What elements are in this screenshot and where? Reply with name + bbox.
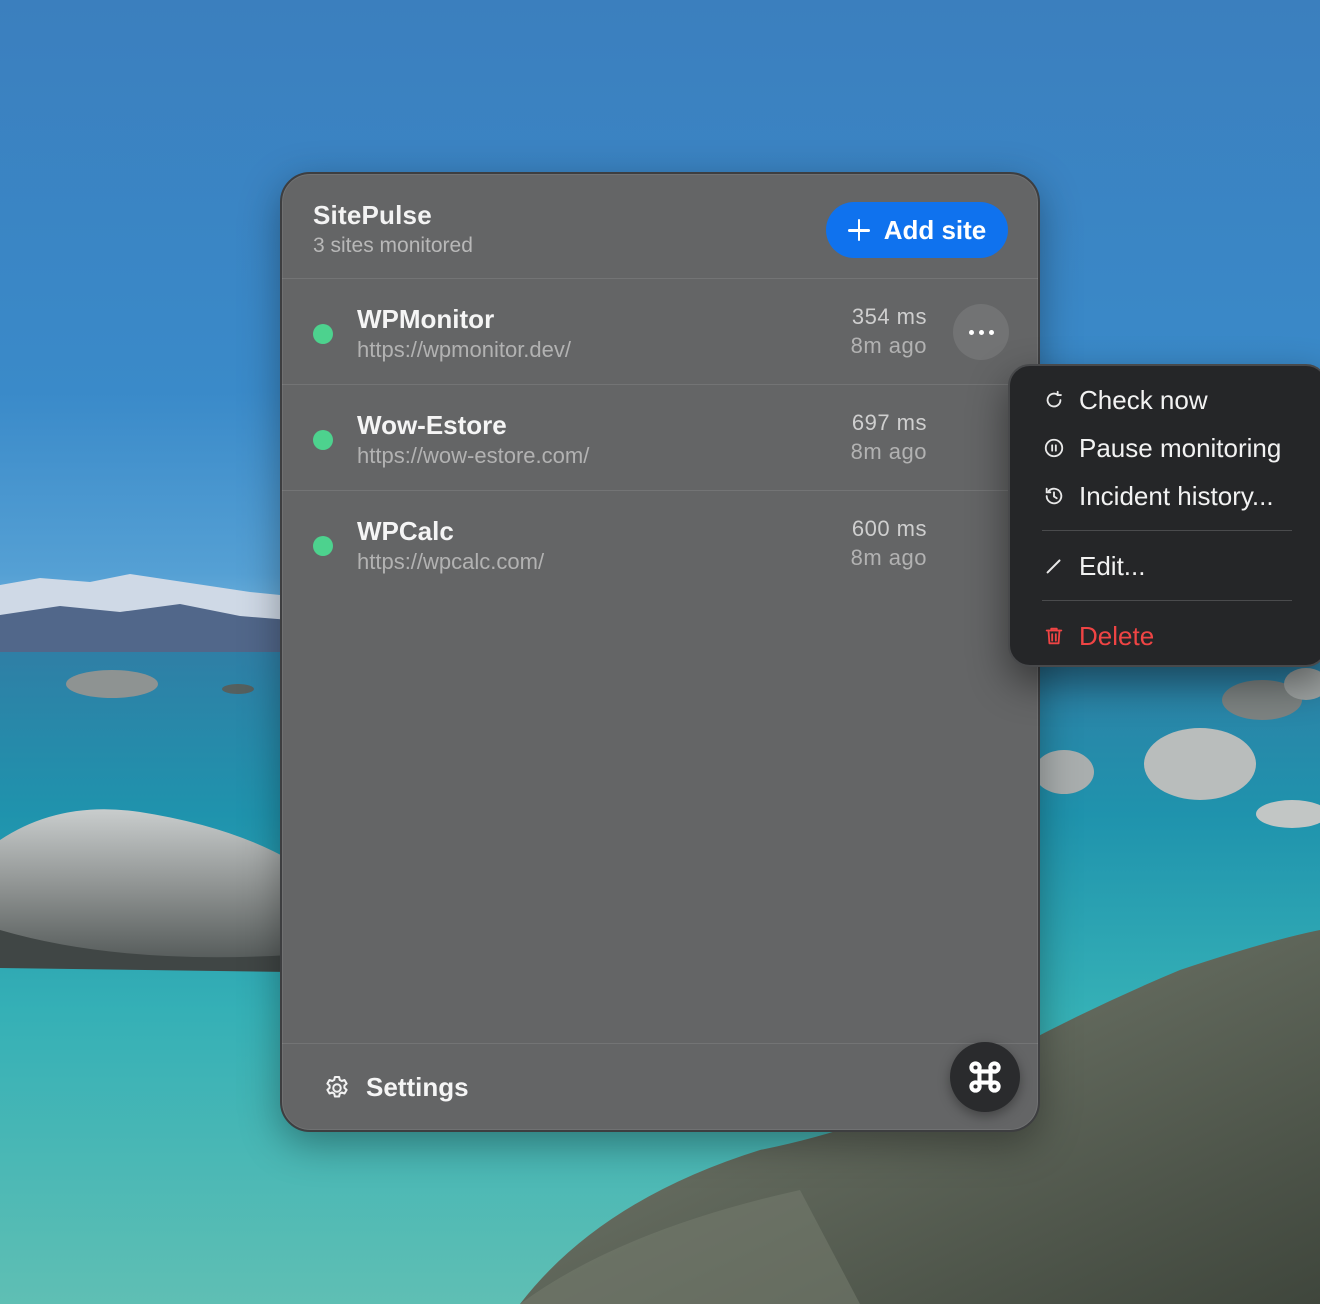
site-last-checked: 8m ago	[850, 333, 927, 358]
menu-item-label: Pause monitoring	[1079, 432, 1282, 463]
menu-item-label: Incident history...	[1079, 480, 1274, 511]
command-button[interactable]	[950, 1042, 1020, 1112]
menu-item-delete[interactable]: Delete	[1010, 614, 1320, 658]
settings-button[interactable]: Settings	[322, 1072, 469, 1103]
site-last-checked: 8m ago	[850, 439, 927, 464]
status-up-indicator	[313, 430, 333, 450]
site-row[interactable]: Wow-Estore https://wow-estore.com/ 697 m…	[282, 384, 1038, 491]
menu-item-incident-history[interactable]: Incident history...	[1010, 474, 1320, 518]
status-up-indicator	[313, 536, 333, 556]
site-name: WPMonitor	[357, 304, 495, 334]
refresh-icon	[1042, 388, 1066, 412]
sites-count: 3 sites monitored	[313, 234, 473, 257]
trash-icon	[1042, 624, 1066, 648]
sitepulse-panel: SitePulse 3 sites monitored Add site WPM…	[280, 172, 1040, 1132]
site-url: https://wpcalc.com/	[357, 549, 545, 574]
gear-icon	[326, 1075, 348, 1097]
site-url: https://wow-estore.com/	[357, 443, 590, 468]
status-up-indicator	[313, 324, 333, 344]
pause-circle-icon	[1042, 436, 1066, 460]
panel-header: SitePulse 3 sites monitored Add site	[282, 174, 1038, 279]
plus-icon	[847, 219, 870, 241]
site-latency: 354 ms	[851, 304, 927, 329]
site-url: https://wpmonitor.dev/	[357, 337, 571, 362]
app-title: SitePulse	[313, 200, 432, 230]
site-name: WPCalc	[357, 516, 454, 546]
add-site-label: Add site	[883, 214, 987, 245]
pencil-icon	[1042, 554, 1066, 578]
site-row[interactable]: WPCalc https://wpcalc.com/ 600 ms 8m ago	[282, 490, 1038, 596]
menu-separator	[1042, 530, 1292, 531]
add-site-button[interactable]: Add site	[826, 202, 1008, 258]
menu-item-check-now[interactable]: Check now	[1010, 378, 1320, 422]
site-latency: 697 ms	[851, 410, 927, 435]
menu-item-label: Delete	[1079, 620, 1155, 651]
site-last-checked: 8m ago	[850, 545, 927, 570]
menu-separator	[1042, 600, 1292, 601]
menu-item-edit[interactable]: Edit...	[1010, 544, 1320, 588]
settings-label: Settings	[366, 1072, 469, 1102]
site-context-menu: Check now Pause monitoring Incident hist…	[1008, 364, 1320, 667]
menu-item-pause-monitoring[interactable]: Pause monitoring	[1010, 426, 1320, 470]
panel-footer: Settings	[282, 1042, 1038, 1130]
menu-item-label: Check now	[1079, 384, 1208, 415]
command-icon	[969, 1061, 1001, 1093]
menu-item-label: Edit...	[1079, 550, 1146, 581]
site-row[interactable]: WPMonitor https://wpmonitor.dev/ 354 ms …	[282, 278, 1038, 385]
ellipsis-icon	[968, 329, 974, 335]
site-latency: 600 ms	[851, 516, 927, 541]
site-name: Wow-Estore	[357, 410, 507, 440]
more-options-button[interactable]	[953, 304, 1009, 360]
history-icon	[1042, 484, 1066, 508]
